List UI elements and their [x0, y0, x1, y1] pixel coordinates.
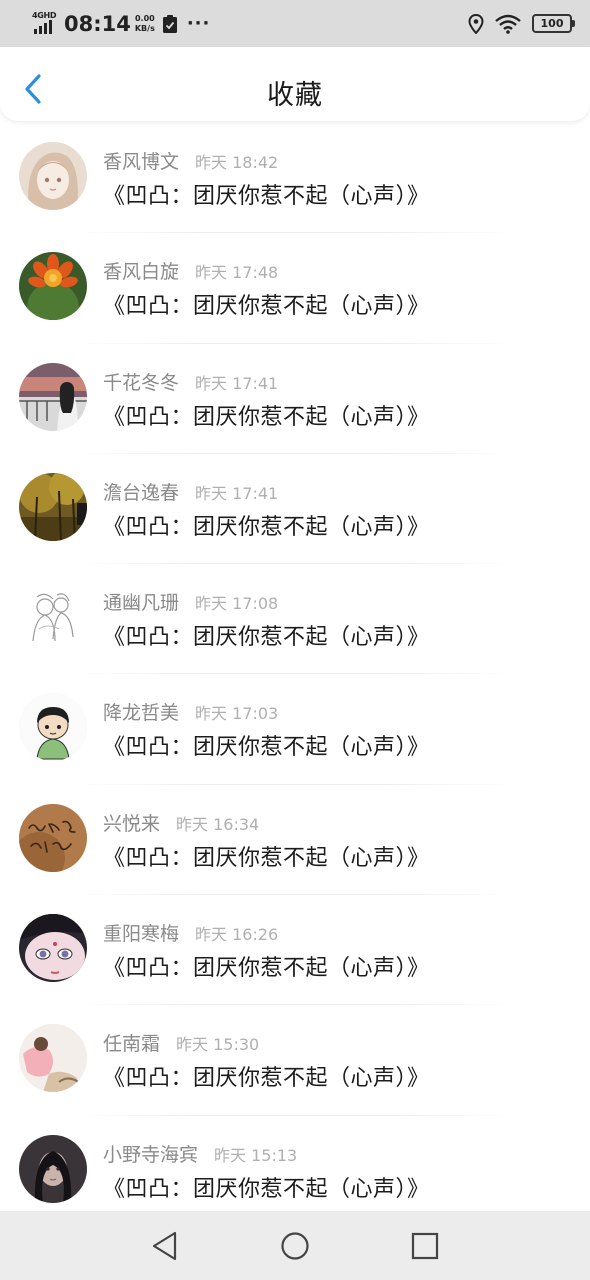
- timestamp: 昨天 17:48: [195, 263, 279, 283]
- avatar[interactable]: [19, 1024, 87, 1093]
- page-title: 收藏: [267, 80, 323, 111]
- wifi-icon: [495, 14, 521, 34]
- avatar[interactable]: [19, 693, 87, 762]
- list-item[interactable]: 降龙哲美 昨天 17:03 《凹凸：团厌你惹不起（心声）》: [0, 674, 590, 786]
- favorite-content[interactable]: 《凹凸：团厌你惹不起（心声）》: [103, 288, 430, 320]
- avatar[interactable]: [19, 472, 87, 541]
- list-item[interactable]: 兴悦来 昨天 16:34 《凹凸：团厌你惹不起（心声）》: [0, 785, 590, 896]
- timestamp: 昨天 17:41: [195, 373, 279, 393]
- timestamp: 昨天 17:08: [195, 594, 279, 614]
- username: 兴悦来: [103, 812, 161, 835]
- navigation-bar: [0, 1211, 590, 1280]
- clipboard-check-icon: [162, 14, 177, 33]
- network-type: 4GHD: [32, 10, 57, 20]
- favorite-content[interactable]: 《凹凸：团厌你惹不起（心声）》: [103, 1060, 430, 1092]
- timestamp: 昨天 18:42: [195, 153, 279, 172]
- favorite-content[interactable]: 《凹凸：团厌你惹不起（心声）》: [103, 178, 430, 210]
- network-speed: 0.00 KB/s: [134, 13, 155, 33]
- username: 香风白旋: [103, 261, 180, 284]
- avatar[interactable]: [19, 914, 87, 983]
- timestamp: 昨天 15:13: [214, 1145, 298, 1165]
- avatar[interactable]: [19, 252, 87, 321]
- list-item[interactable]: 任南霜 昨天 15:30 《凹凸：团厌你惹不起（心声）》: [0, 1005, 590, 1116]
- list-item[interactable]: 香风博文 昨天 18:42 《凹凸：团厌你惹不起（心声）》: [0, 123, 590, 234]
- recents-square-icon[interactable]: [405, 1226, 445, 1266]
- timestamp: 昨天 16:34: [176, 814, 260, 834]
- avatar[interactable]: [19, 803, 87, 872]
- avatar[interactable]: [19, 1134, 87, 1203]
- location-icon: [468, 13, 484, 34]
- timestamp: 昨天 17:41: [195, 483, 279, 503]
- avatar[interactable]: [19, 362, 87, 431]
- username: 千花冬冬: [103, 371, 180, 394]
- list-item[interactable]: 千花冬冬 昨天 17:41 《凹凸：团厌你惹不起（心声）》: [0, 344, 590, 455]
- favorite-content[interactable]: 《凹凸：团厌你惹不起（心声）》: [103, 619, 430, 651]
- favorite-content[interactable]: 《凹凸：团厌你惹不起（心声）》: [103, 840, 430, 872]
- username: 香风博文: [103, 151, 180, 173]
- username: 重阳寒梅: [103, 923, 180, 946]
- timestamp: 昨天 16:26: [195, 925, 279, 945]
- favorite-content[interactable]: 《凹凸：团厌你惹不起（心声）》: [103, 950, 430, 982]
- favorites-list: 香风博文 昨天 18:42 《凹凸：团厌你惹不起（心声）》 香风白旋 昨天 17…: [0, 123, 590, 1227]
- list-item[interactable]: 小野寺海宾 昨天 15:13 《凹凸：团厌你惹不起（心声）》: [0, 1116, 590, 1227]
- screen: 4GHD 08:14 0.00 KB/s ··· 100 收藏 香风博文 昨天 …: [0, 0, 590, 1280]
- battery-icon: 100: [532, 14, 575, 33]
- status-bar: 4GHD 08:14 0.00 KB/s ··· 100: [0, 0, 590, 47]
- home-circle-icon[interactable]: [275, 1226, 315, 1266]
- list-item[interactable]: 重阳寒梅 昨天 16:26 《凹凸：团厌你惹不起（心声）》: [0, 895, 590, 1006]
- favorite-content[interactable]: 《凹凸：团厌你惹不起（心声）》: [103, 399, 430, 431]
- list-item[interactable]: 澹台逸春 昨天 17:41 《凹凸：团厌你惹不起（心声）》: [0, 454, 590, 565]
- timestamp: 昨天 15:30: [176, 1035, 260, 1055]
- username: 通幽凡珊: [103, 592, 180, 615]
- username: 小野寺海宾: [103, 1143, 199, 1166]
- favorite-content[interactable]: 《凹凸：团厌你惹不起（心声）》: [103, 729, 430, 761]
- username: 任南霜: [103, 1033, 161, 1056]
- username: 澹台逸春: [103, 481, 180, 504]
- signal-icon: 4GHD: [32, 11, 58, 37]
- favorite-content[interactable]: 《凹凸：团厌你惹不起（心声）》: [103, 509, 430, 541]
- list-item[interactable]: 通幽凡珊 昨天 17:08 《凹凸：团厌你惹不起（心声）》: [0, 564, 590, 675]
- avatar[interactable]: [19, 142, 87, 210]
- username: 降龙哲美: [103, 702, 180, 725]
- clock: 08:14: [64, 11, 131, 36]
- header: 收藏: [0, 47, 590, 121]
- more-dots-icon: ···: [186, 12, 211, 34]
- back-triangle-icon[interactable]: [145, 1226, 185, 1266]
- favorite-content[interactable]: 《凹凸：团厌你惹不起（心声）》: [103, 1171, 430, 1203]
- list-item[interactable]: 香风白旋 昨天 17:48 《凹凸：团厌你惹不起（心声）》: [0, 233, 590, 344]
- avatar[interactable]: [19, 583, 87, 652]
- timestamp: 昨天 17:03: [195, 704, 279, 724]
